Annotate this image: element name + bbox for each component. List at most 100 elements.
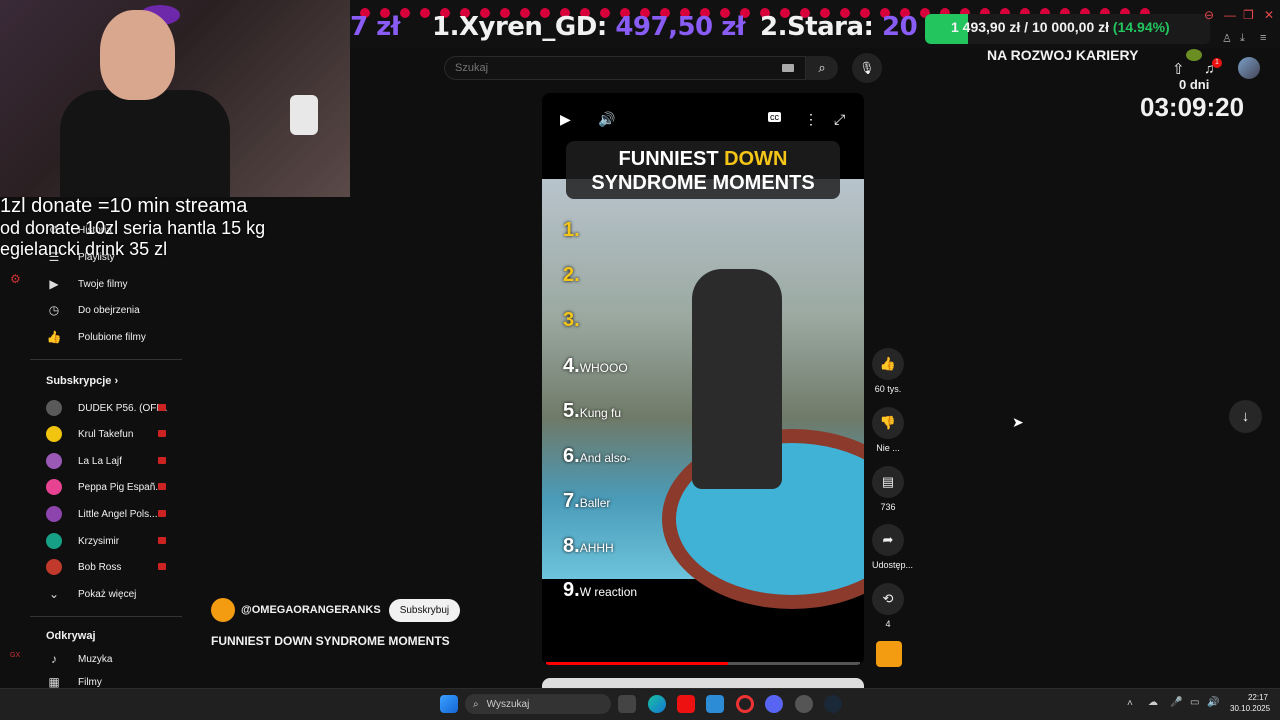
sidebar-item-watch-later[interactable]: ◷ Do obejrzenia bbox=[46, 300, 140, 320]
edge-icon[interactable] bbox=[648, 695, 666, 713]
live-indicator-icon bbox=[158, 537, 166, 544]
show-more-button[interactable]: ⌄ Pokaż więcej bbox=[46, 584, 136, 604]
sidebar-item-your-videos[interactable]: ▶ Twoje filmy bbox=[46, 274, 127, 294]
video-list-item: 7.Baller bbox=[563, 490, 610, 513]
subscribe-button[interactable]: Subskrybuj bbox=[388, 598, 461, 622]
microphone-icon: 🎙 bbox=[859, 61, 875, 75]
sidebar-item-music[interactable]: ♪ Muzyka bbox=[46, 649, 112, 669]
sidebar-divider bbox=[30, 616, 182, 617]
taskbar-search[interactable]: ⌕ Wyszukaj bbox=[465, 694, 611, 714]
video-title-word: MOMENTS bbox=[712, 172, 815, 194]
like-button[interactable]: 👍 60 tys. bbox=[872, 348, 904, 394]
upload-icon[interactable]: ⇧ bbox=[1172, 60, 1185, 78]
gx-icon: GX bbox=[10, 652, 21, 659]
chevron-down-icon: ⌄ bbox=[48, 587, 60, 601]
windows-start-icon[interactable] bbox=[440, 695, 458, 713]
search-button[interactable]: ⌕ bbox=[806, 56, 838, 80]
sidebar-item-films[interactable]: ▦ Filmy bbox=[46, 676, 102, 688]
opera-gx-icon[interactable] bbox=[736, 695, 754, 713]
voice-search-button[interactable]: 🎙 bbox=[852, 53, 882, 83]
donate-info-line-1: 1zl donate =10 min streama bbox=[0, 195, 248, 217]
video-person bbox=[692, 269, 782, 489]
account-icon[interactable]: ♙ bbox=[1222, 32, 1232, 45]
like-count: 60 tys. bbox=[874, 384, 902, 394]
donate-info-line-3: egielancki drink 35 zl bbox=[0, 239, 168, 259]
tray-chevron-icon[interactable]: ˄ bbox=[1127, 698, 1133, 709]
comments-button[interactable]: ▤ 736 bbox=[872, 466, 904, 512]
share-label: Udostęp... bbox=[872, 560, 914, 570]
captions-icon[interactable]: cc bbox=[768, 112, 781, 122]
next-video-button[interactable]: ↓ bbox=[1229, 400, 1262, 433]
comment-icon: ▤ bbox=[872, 466, 904, 498]
obs-icon[interactable] bbox=[795, 695, 813, 713]
sidebar-item-liked[interactable]: 👍 Polubione filmy bbox=[46, 327, 146, 347]
subscription-item[interactable]: DUDEK P56. (OFI... bbox=[46, 398, 176, 418]
search-box[interactable] bbox=[444, 56, 806, 80]
dislike-label: Nie ... bbox=[876, 443, 900, 453]
video-list-item: 6.And also- bbox=[563, 445, 630, 468]
leaderboard-first-amount: 497,50 zł bbox=[615, 12, 745, 42]
clock-time: 22:17 bbox=[1247, 693, 1268, 702]
next-video-preview[interactable] bbox=[542, 678, 864, 688]
subscription-item[interactable]: Krzysimir bbox=[46, 531, 176, 551]
video-icon: ▶ bbox=[49, 277, 59, 291]
mouse-cursor-icon: ➤ bbox=[1012, 414, 1024, 430]
ticker-dot-icon bbox=[400, 8, 410, 18]
subscription-item[interactable]: Bob Ross bbox=[46, 557, 176, 577]
video-list-text: Baller bbox=[579, 496, 611, 510]
video-progress-fill bbox=[546, 662, 729, 665]
remix-button[interactable]: ⟲ 4 bbox=[872, 583, 904, 629]
fullscreen-icon[interactable]: ⤢ bbox=[834, 111, 845, 128]
keyboard-icon[interactable] bbox=[782, 64, 794, 72]
volume-tray-icon[interactable]: 🔊 bbox=[1207, 697, 1219, 708]
discord-icon[interactable] bbox=[765, 695, 783, 713]
subscription-item[interactable]: La La Lajf bbox=[46, 451, 176, 471]
task-view-icon[interactable] bbox=[618, 695, 636, 713]
maximize-icon[interactable]: ❐ bbox=[1243, 8, 1254, 22]
subscription-label: DUDEK P56. (OFI... bbox=[78, 402, 168, 414]
cloud-icon[interactable]: ☁ bbox=[1148, 697, 1158, 708]
video-list-text: W reaction bbox=[579, 585, 638, 599]
play-icon[interactable]: ▶ bbox=[560, 111, 571, 128]
taskbar-search-label: Wyszukaj bbox=[486, 698, 530, 710]
video-list-item: 3. bbox=[563, 309, 580, 332]
video-title-highlight: DOWN bbox=[724, 148, 788, 170]
channel-avatar[interactable] bbox=[211, 598, 235, 622]
snipping-tool-icon[interactable] bbox=[706, 695, 724, 713]
subscription-item[interactable]: Little Angel Pols... bbox=[46, 504, 176, 524]
steam-icon[interactable] bbox=[824, 695, 842, 713]
video-title[interactable]: FUNNIEST DOWN SYNDROME MOMENTS bbox=[211, 634, 450, 648]
live-indicator-icon bbox=[158, 430, 166, 437]
video-list-text: Kung fu bbox=[579, 406, 622, 420]
video-progress-bar[interactable] bbox=[546, 662, 860, 665]
search-icon: ⌕ bbox=[473, 698, 479, 710]
sound-thumbnail[interactable] bbox=[876, 641, 902, 667]
minimize-icon[interactable]: — bbox=[1224, 8, 1236, 22]
close-icon[interactable]: ✕ bbox=[1264, 8, 1274, 22]
menu-icon[interactable]: ≡ bbox=[1260, 32, 1266, 44]
more-options-icon[interactable]: ⋮ bbox=[804, 111, 818, 128]
youtube-app-icon[interactable] bbox=[677, 695, 695, 713]
overlay-gear-icon: ⚙ bbox=[10, 272, 21, 286]
volume-icon[interactable]: 🔊 bbox=[598, 111, 615, 128]
video-list-text: AHHH bbox=[579, 541, 614, 555]
search-input[interactable] bbox=[445, 57, 745, 79]
taskbar-clock[interactable]: 22:17 30.10.2025 bbox=[1230, 692, 1270, 714]
video-list-item: 9.W reaction bbox=[563, 579, 637, 602]
download-icon[interactable]: ⤓ bbox=[1240, 32, 1245, 45]
subscription-item[interactable]: Krul Takefun bbox=[46, 424, 176, 444]
zoom-icon[interactable]: ⊖ bbox=[1204, 8, 1214, 22]
subscription-label: Krul Takefun bbox=[78, 428, 134, 440]
mic-tray-icon[interactable]: 🎤 bbox=[1170, 697, 1182, 708]
channel-name[interactable]: @OMEGAORANGERANKS bbox=[241, 604, 381, 616]
dislike-button[interactable]: 👎 Nie ... bbox=[872, 407, 904, 453]
subscription-item[interactable]: Peppa Pig Españ... bbox=[46, 477, 176, 497]
share-button[interactable]: ➦ Udostęp... bbox=[872, 524, 914, 570]
shorts-video-player[interactable]: FUNNIEST DOWN SYNDROME MOMENTS 1. 2. 3. 4.W… bbox=[542, 93, 864, 665]
goal-label: NA ROZWOJ KARIERY bbox=[987, 47, 1139, 63]
leaderboard-second-name: 2.Stara: bbox=[760, 12, 874, 42]
thumbs-down-icon: 👎 bbox=[872, 407, 904, 439]
network-icon[interactable]: ▭ bbox=[1190, 697, 1199, 708]
avatar[interactable] bbox=[1238, 57, 1260, 79]
subscriptions-heading[interactable]: Subskrypcje › bbox=[46, 375, 118, 387]
